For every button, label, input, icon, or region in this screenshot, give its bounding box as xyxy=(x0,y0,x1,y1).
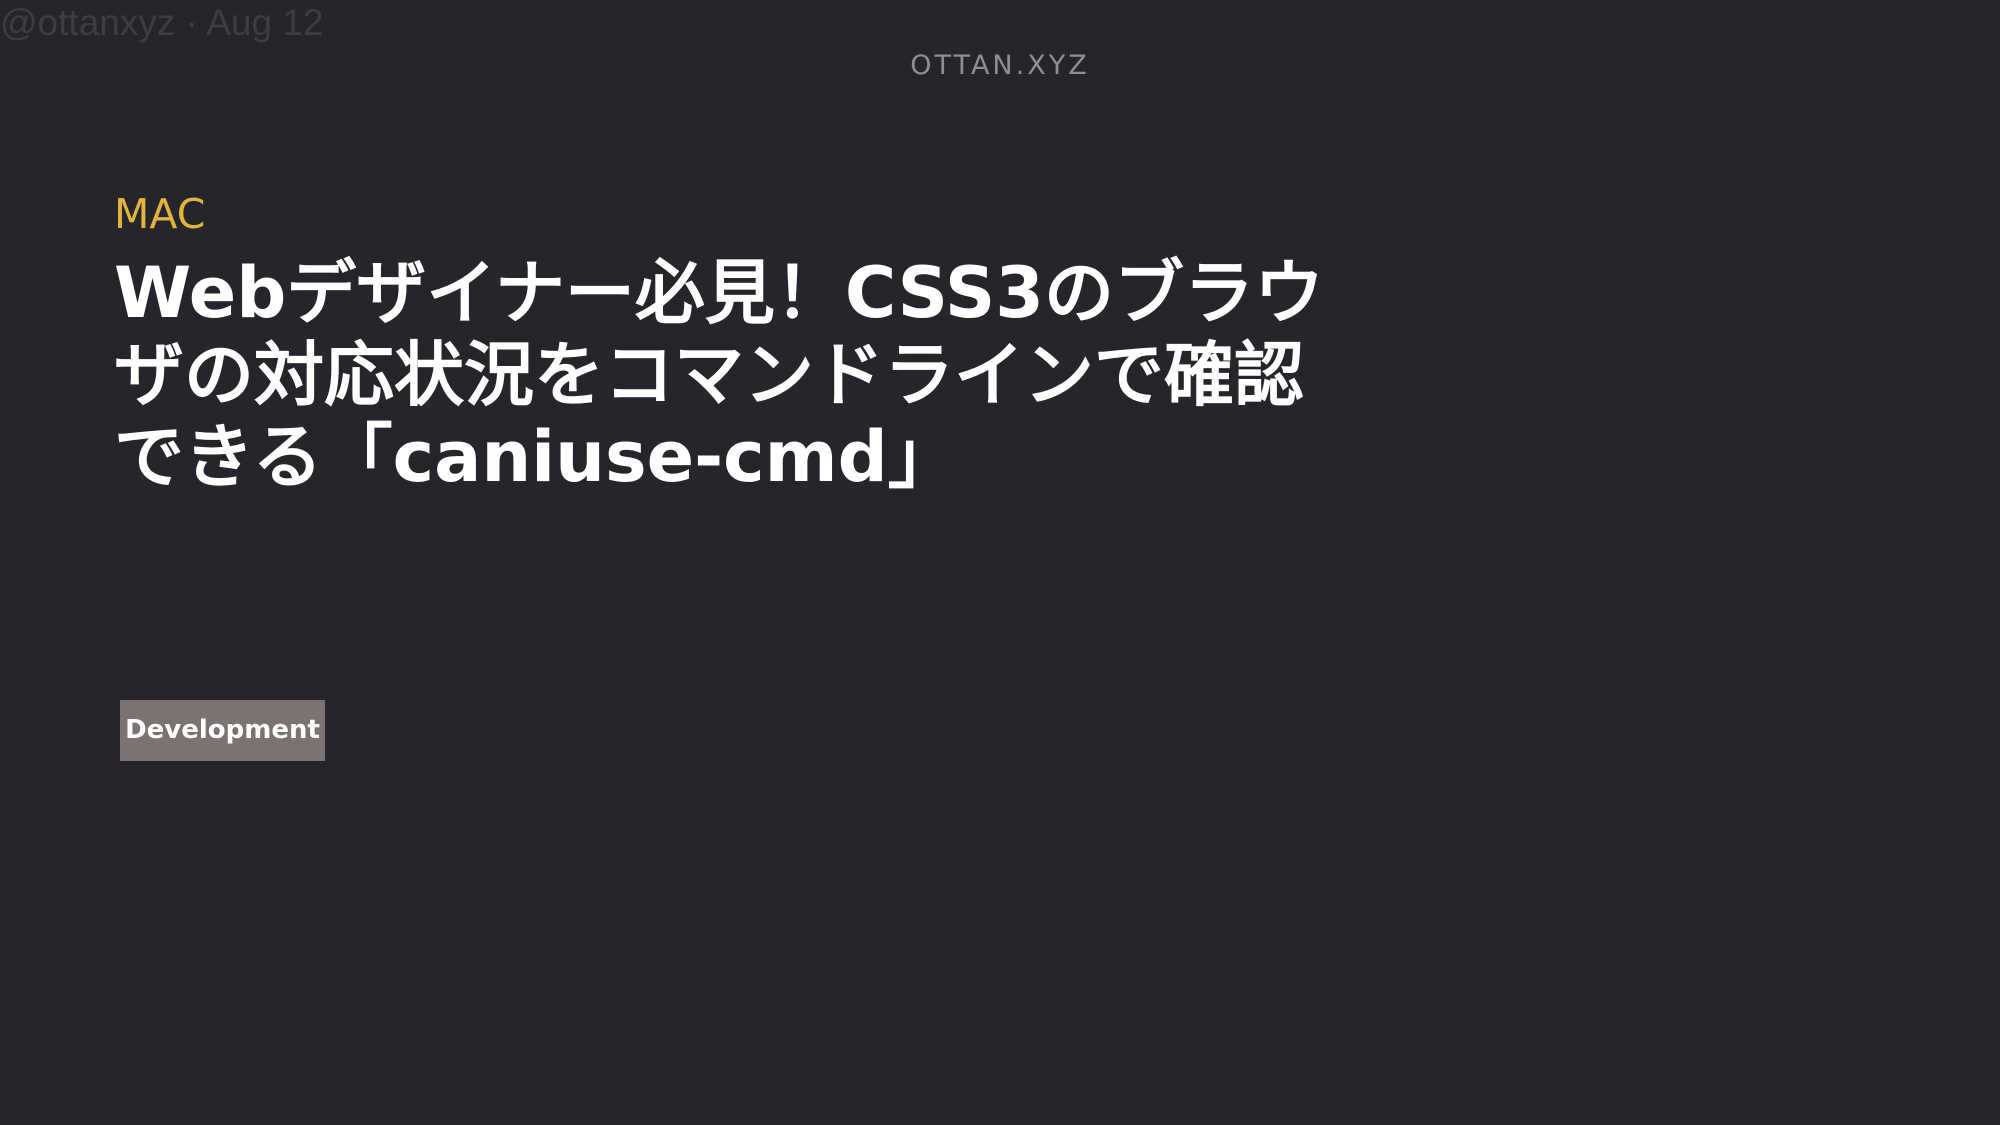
article-title[interactable]: Webデザイナー必見！CSS3のブラウザの対応状況をコマンドラインで確認できる「… xyxy=(114,252,1334,498)
share-card: @ottanxyz · Aug 12 OTTAN.XYZ MAC Webデザイナ… xyxy=(0,0,2000,1125)
byline: @ottanxyz · Aug 12 xyxy=(0,2,324,43)
site-name[interactable]: OTTAN.XYZ xyxy=(0,50,2000,81)
tag-badge[interactable]: Development xyxy=(120,700,325,761)
category-label[interactable]: MAC xyxy=(114,190,205,238)
